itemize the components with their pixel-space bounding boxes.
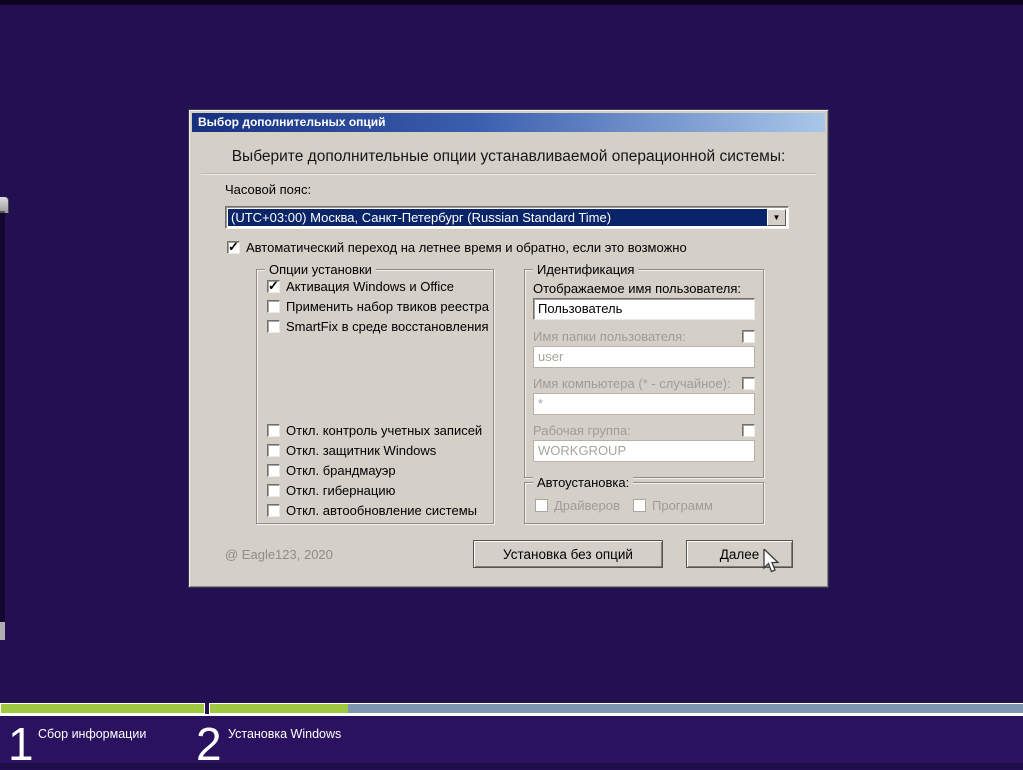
checkbox-programs: ✓ Программ <box>633 497 713 513</box>
checkbox-drivers: ✓ Драйверов <box>535 497 620 513</box>
checkbox-activate-windows-office[interactable]: ✓ Активация Windows и Office <box>267 278 454 294</box>
checkbox-icon: ✓ <box>742 377 755 390</box>
display-name-label: Отображаемое имя пользователя: <box>533 281 741 296</box>
checkbox-daylight-saving[interactable]: ✓ Автоматический переход на летнее время… <box>227 239 687 255</box>
dialog-heading: Выберите дополнительные опции устанавлив… <box>199 148 818 166</box>
step1-number: 1 <box>8 721 34 767</box>
computer-name-input: * <box>533 393 755 415</box>
credit-text: @ Eagle123, 2020 <box>225 547 333 562</box>
group-install-options: Опции установки ✓ Активация Windows и Of… <box>256 269 494 524</box>
display-name-label-row: Отображаемое имя пользователя: <box>533 281 755 296</box>
checkbox-icon: ✓ <box>267 444 280 457</box>
checkbox-disable-uac[interactable]: ✓ Откл. контроль учетных записей <box>267 422 482 438</box>
checkmark-icon: ✓ <box>268 279 279 293</box>
checkbox-icon: ✓ <box>267 424 280 437</box>
offscreen-window-edge-bottom <box>0 622 5 640</box>
checkbox-disable-hibernation[interactable]: ✓ Откл. гибернацию <box>267 482 395 498</box>
dropdown-button[interactable]: ▼ <box>767 209 786 226</box>
options-dialog: Выбор дополнительных опций Выберите допо… <box>188 109 829 588</box>
windows-setup-screen: { "dialog": { "title": "Выбор дополнител… <box>0 0 1023 769</box>
checkbox-icon: ✓ <box>267 320 280 333</box>
checkbox-disable-defender[interactable]: ✓ Откл. защитник Windows <box>267 442 436 458</box>
checkbox-icon: ✓ <box>267 300 280 313</box>
checkbox-folder-name[interactable]: ✓ <box>742 329 755 345</box>
screen-top-edge <box>0 0 1023 5</box>
checkbox-label: Откл. брандмауэр <box>286 463 396 478</box>
checkbox-label: Автоматический переход на летнее время и… <box>246 240 687 255</box>
checkbox-label: Откл. защитник Windows <box>286 443 436 458</box>
chevron-down-icon: ▼ <box>773 213 781 222</box>
setup-footer <box>0 716 1023 769</box>
offscreen-window-edge <box>0 211 5 623</box>
group-title: Идентификация <box>533 262 638 277</box>
checkbox-label: Откл. автообновление системы <box>286 503 477 518</box>
next-button[interactable]: Далее <box>686 540 793 568</box>
checkbox-icon: ✓ <box>267 464 280 477</box>
timezone-label: Часовой пояс: <box>225 182 311 197</box>
folder-name-label-row: Имя папки пользователя: ✓ <box>533 329 755 344</box>
checkbox-label: Применить набор твиков реестра <box>286 299 489 314</box>
checkbox-disable-updates[interactable]: ✓ Откл. автообновление системы <box>267 502 477 518</box>
checkbox-label: Откл. контроль учетных записей <box>286 423 482 438</box>
display-name-input[interactable]: Пользователь <box>533 298 755 320</box>
timezone-selected-value: (UTC+03:00) Москва, Санкт-Петербург (Rus… <box>228 209 768 226</box>
folder-name-input: user <box>533 346 755 368</box>
progress-segment-step1 <box>0 703 205 714</box>
checkbox-label: Программ <box>652 498 713 513</box>
group-title: Автоустановка: <box>533 475 633 490</box>
checkbox-icon: ✓ <box>267 280 280 293</box>
progress-segment-step2 <box>209 703 1023 714</box>
checkbox-computer-name[interactable]: ✓ <box>742 376 755 392</box>
group-autoinstall: Автоустановка: ✓ Драйверов ✓ Программ <box>524 482 764 524</box>
computer-name-label: Имя компьютера (* - случайное): <box>533 376 731 391</box>
step2-number: 2 <box>196 721 222 767</box>
computer-name-label-row: Имя компьютера (* - случайное): ✓ <box>533 376 755 391</box>
checkbox-workgroup[interactable]: ✓ <box>742 423 755 439</box>
group-title: Опции установки <box>265 262 376 277</box>
step1-label: Сбор информации <box>38 727 146 741</box>
workgroup-label: Рабочая группа: <box>533 423 631 438</box>
checkbox-icon: ✓ <box>742 424 755 437</box>
checkbox-icon: ✓ <box>267 504 280 517</box>
dialog-title: Выбор дополнительных опций <box>198 115 386 129</box>
checkbox-label: SmartFix в среде восстановления <box>286 319 489 334</box>
timezone-dropdown[interactable]: (UTC+03:00) Москва, Санкт-Петербург (Rus… <box>225 206 789 229</box>
checkbox-label: Откл. гибернацию <box>286 483 395 498</box>
checkbox-registry-tweaks[interactable]: ✓ Применить набор твиков реестра <box>267 298 489 314</box>
checkbox-label: Активация Windows и Office <box>286 279 454 294</box>
progress-segment-step2-fill <box>210 704 348 713</box>
install-without-options-button[interactable]: Установка без опций <box>473 540 663 568</box>
checkbox-icon: ✓ <box>633 499 646 512</box>
workgroup-label-row: Рабочая группа: ✓ <box>533 423 755 438</box>
checkbox-icon: ✓ <box>742 330 755 343</box>
heading-separator <box>201 173 816 175</box>
checkbox-label: Драйверов <box>554 498 620 513</box>
checkbox-smartfix[interactable]: ✓ SmartFix в среде восстановления <box>267 318 489 334</box>
checkbox-icon: ✓ <box>535 499 548 512</box>
checkbox-icon: ✓ <box>267 484 280 497</box>
checkmark-icon: ✓ <box>228 240 239 254</box>
dialog-titlebar[interactable]: Выбор дополнительных опций <box>192 113 825 132</box>
step2-label: Установка Windows <box>228 727 341 741</box>
checkbox-disable-firewall[interactable]: ✓ Откл. брандмауэр <box>267 462 396 478</box>
checkbox-icon: ✓ <box>227 241 240 254</box>
workgroup-input: WORKGROUP <box>533 440 755 462</box>
footer-bottom-shade <box>0 763 1023 769</box>
group-identification: Идентификация Отображаемое имя пользоват… <box>524 269 764 478</box>
folder-name-label: Имя папки пользователя: <box>533 329 686 344</box>
